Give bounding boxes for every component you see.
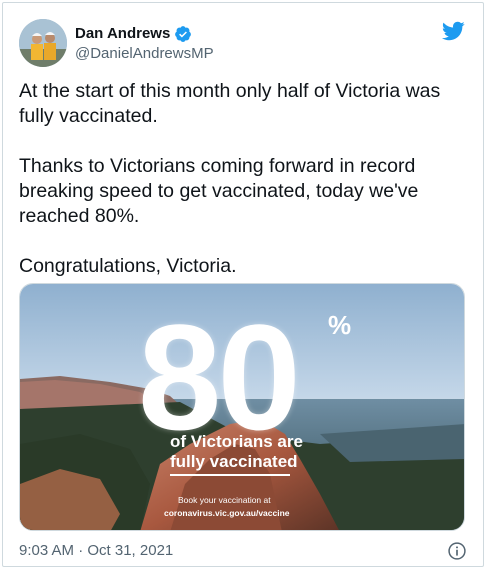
tweet-header: Dan Andrews @DanielAndrewsMP (19, 19, 469, 71)
tweet-media-image[interactable]: 80 % of Victorians are fully vaccinated … (19, 283, 465, 531)
tweet-paragraph: At the start of this month only half of … (19, 80, 441, 127)
tweet-paragraph: Thanks to Victorians coming forward in r… (19, 155, 419, 227)
info-icon[interactable] (447, 541, 467, 561)
display-name[interactable]: Dan Andrews (75, 24, 170, 44)
author-handle[interactable]: @DanielAndrewsMP (75, 44, 214, 64)
avatar[interactable] (19, 19, 67, 67)
tweet-footer: 9:03 AM · Oct 31, 2021 (19, 541, 469, 561)
tweet-paragraph: Congratulations, Victoria. (19, 255, 237, 277)
twitter-bird-icon[interactable] (441, 19, 465, 43)
author-name-row[interactable]: Dan Andrews (75, 24, 192, 44)
verified-badge-icon (175, 26, 192, 42)
tweet-card[interactable]: Dan Andrews @DanielAndrewsMP At the star… (2, 2, 484, 567)
author-info: Dan Andrews @DanielAndrewsMP (75, 24, 214, 64)
tweet-text: At the start of this month only half of … (19, 79, 467, 304)
timestamp[interactable]: 9:03 AM · Oct 31, 2021 (19, 542, 173, 559)
landscape-photo (20, 284, 464, 530)
